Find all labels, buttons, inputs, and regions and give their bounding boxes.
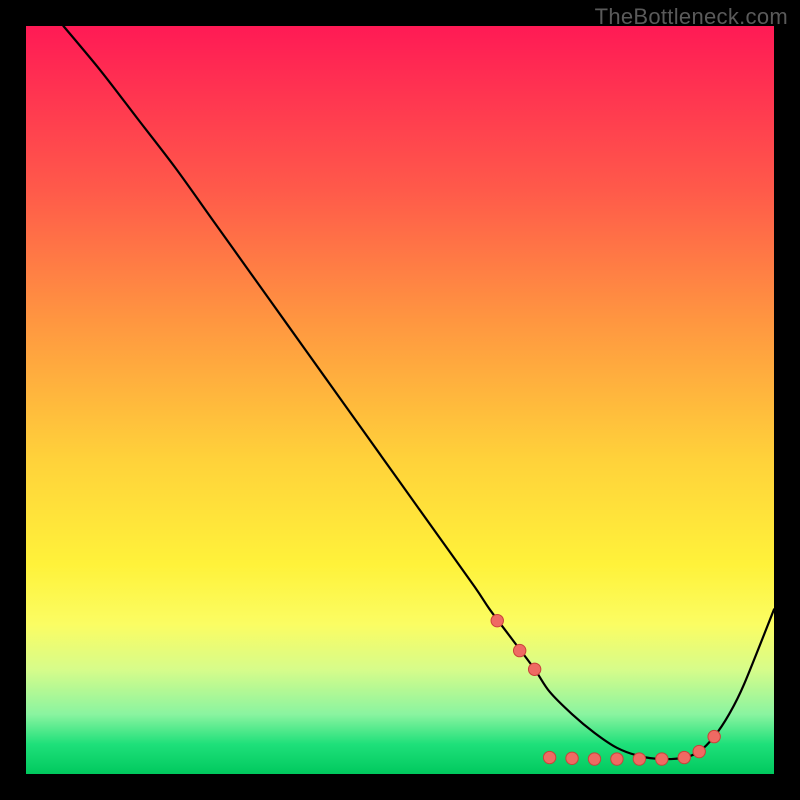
marker-dot (678, 751, 690, 763)
marker-dot (566, 752, 578, 764)
marker-dot (543, 751, 555, 763)
marker-dot (513, 644, 525, 656)
marker-dot (528, 663, 540, 675)
chart-frame (26, 26, 774, 774)
watermark-text: TheBottleneck.com (595, 4, 788, 30)
marker-dot (656, 753, 668, 765)
marker-dot (611, 753, 623, 765)
curve-line (63, 26, 774, 759)
marker-dot (693, 745, 705, 757)
marker-group (491, 614, 720, 765)
chart-svg (26, 26, 774, 774)
marker-dot (708, 730, 720, 742)
marker-dot (588, 753, 600, 765)
marker-dot (491, 614, 503, 626)
marker-dot (633, 753, 645, 765)
